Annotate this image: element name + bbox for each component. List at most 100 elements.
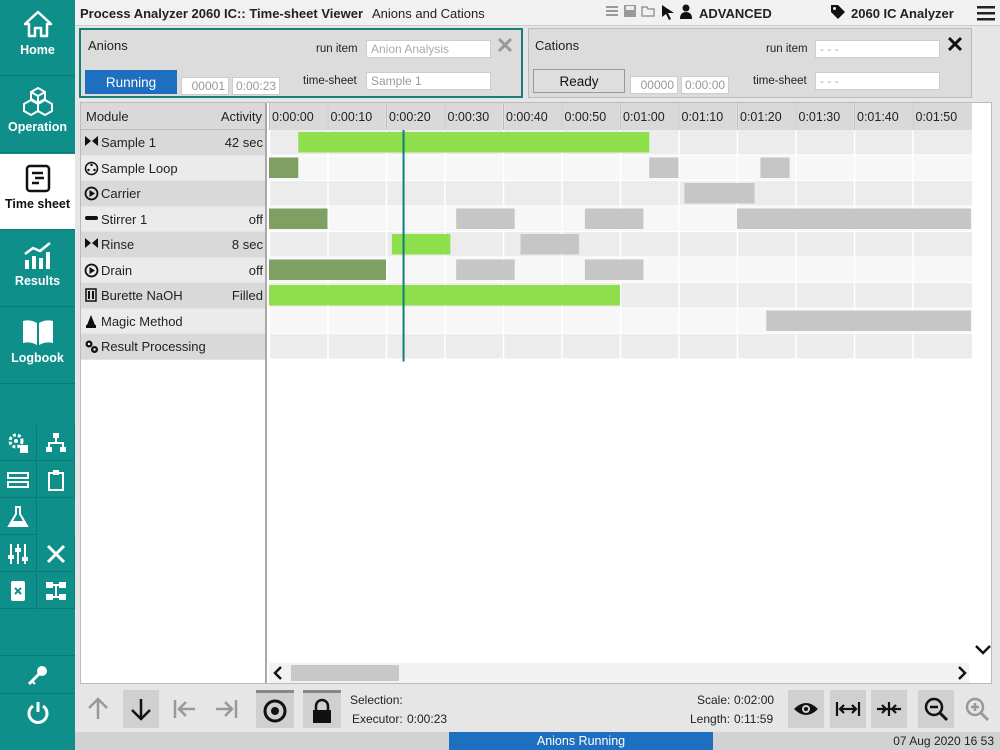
- chart-icon: [23, 242, 51, 269]
- module-row[interactable]: Magic Method: [81, 308, 265, 334]
- sliders-icon: [8, 543, 28, 564]
- module-name: Burette NaOH: [101, 288, 183, 303]
- module-row[interactable]: Stirrer 1 off: [81, 206, 265, 232]
- flask-tool[interactable]: [0, 499, 37, 535]
- instrument-label: 2060 IC Analyzer: [851, 6, 954, 21]
- cations-channel-panel[interactable]: Cations run item - - - time-sheet - - - …: [528, 28, 972, 98]
- module-row[interactable]: Rinse 8 sec: [81, 232, 265, 258]
- clipboard-icon: [48, 469, 64, 491]
- scrollbar-thumb[interactable]: [291, 665, 399, 681]
- run-item-field[interactable]: Anion Analysis: [366, 40, 491, 58]
- move-up-button[interactable]: [80, 690, 116, 728]
- move-down-button[interactable]: [123, 690, 159, 728]
- time-tick-label: 0:00:20: [389, 110, 431, 124]
- module-name: Sample Loop: [101, 160, 178, 176]
- run-item-field[interactable]: - - -: [815, 40, 940, 58]
- flask-icon: [7, 505, 29, 527]
- sliders-tool[interactable]: [0, 536, 37, 572]
- tag-icon: [831, 5, 845, 19]
- gear-settings-icon: [8, 433, 28, 453]
- module-name: Result Processing: [101, 339, 206, 354]
- sample-counter: 00001: [181, 77, 229, 95]
- folder-open-icon[interactable]: [641, 4, 657, 18]
- lock-button[interactable]: [303, 690, 341, 728]
- sidebar-item-label: Results: [14, 274, 61, 288]
- channel-name: Anions: [88, 38, 128, 53]
- wizard-icon: [84, 314, 98, 332]
- activity-bar: [456, 208, 515, 229]
- compress-width-button[interactable]: [871, 690, 907, 728]
- go-start-button[interactable]: [166, 690, 202, 728]
- home-icon: [23, 10, 52, 38]
- time-tick-label: 0:00:30: [448, 110, 490, 124]
- key-button[interactable]: [0, 655, 75, 693]
- module-activity: off: [248, 262, 263, 278]
- settings-tool[interactable]: [0, 425, 37, 461]
- close-icon[interactable]: [946, 35, 964, 53]
- module-row[interactable]: Burette NaOH Filled: [81, 283, 265, 309]
- modules-tool[interactable]: [38, 573, 75, 609]
- channel-status-button[interactable]: Ready: [533, 69, 625, 93]
- network-icon: [46, 432, 66, 452]
- module-activity: off: [248, 211, 263, 227]
- activity-bar: [456, 259, 515, 280]
- power-button[interactable]: [0, 693, 75, 731]
- scale-value: 0:02:00: [734, 693, 775, 707]
- app-title: Process Analyzer 2060 IC:: Time-sheet Vi…: [80, 6, 364, 21]
- module-row[interactable]: Drain off: [81, 257, 265, 283]
- sidebar: Home Operation Time sheet Results Logboo…: [0, 0, 75, 750]
- sidebar-item-logbook[interactable]: Logbook: [0, 308, 75, 384]
- module-row[interactable]: Sample 1 42 sec: [81, 130, 265, 156]
- activity-header: Activity: [220, 109, 262, 124]
- clipboard-tool[interactable]: [38, 462, 75, 498]
- expand-width-button[interactable]: [830, 690, 866, 728]
- activity-bar: [391, 234, 451, 255]
- sidebar-item-home[interactable]: Home: [0, 0, 75, 76]
- close-icon[interactable]: [496, 36, 514, 54]
- executor-value: 0:00:23: [407, 712, 448, 726]
- record-button[interactable]: [256, 690, 294, 728]
- module-row[interactable]: Carrier: [81, 181, 265, 207]
- view-button[interactable]: [788, 690, 824, 728]
- timesheet-field[interactable]: - - -: [815, 72, 940, 90]
- save-icon[interactable]: [623, 4, 637, 18]
- module-row[interactable]: Sample Loop: [81, 155, 265, 181]
- scroll-down-icon[interactable]: [974, 643, 992, 657]
- zoom-in-button[interactable]: [959, 690, 995, 728]
- run-time: 0:00:23: [232, 77, 280, 95]
- timeline-chart[interactable]: 0:00:00 0:00:10 0:00:20 0:00:30 0:00:40 0:00:…: [269, 103, 992, 683]
- sidebar-item-operation[interactable]: Operation: [0, 77, 75, 153]
- user-mode-label: ADVANCED: [699, 6, 772, 21]
- zoom-out-button[interactable]: [918, 690, 954, 728]
- top-bar: Process Analyzer 2060 IC:: Time-sheet Vi…: [75, 0, 1000, 26]
- run-time: 0:00:00: [681, 76, 729, 94]
- timesheet-label: time-sheet: [753, 75, 807, 87]
- wrench-tool[interactable]: [38, 536, 75, 572]
- expand-horizontal-icon: [835, 702, 861, 716]
- channel-status-button[interactable]: Running: [85, 70, 177, 94]
- target-icon: [263, 699, 287, 722]
- sidebar-item-time-sheet[interactable]: Time sheet: [0, 154, 75, 230]
- timesheet-field[interactable]: Sample 1: [366, 72, 491, 90]
- scale-label: Scale:: [697, 693, 731, 707]
- time-tick-label: 0:00:00: [272, 110, 314, 124]
- activity-bar: [760, 157, 790, 178]
- device-tool[interactable]: [0, 573, 37, 609]
- module-name: Magic Method: [101, 313, 183, 329]
- menu-button[interactable]: [973, 2, 999, 24]
- sidebar-item-results[interactable]: Results: [0, 231, 75, 307]
- zoom-out-icon: [924, 697, 949, 722]
- network-tool[interactable]: [38, 425, 75, 461]
- length-value: 0:11:59: [734, 712, 774, 726]
- module-activity: 42 sec: [224, 135, 263, 150]
- anions-channel-panel[interactable]: Anions run item Anion Analysis time-shee…: [79, 28, 523, 98]
- horizontal-scrollbar[interactable]: [269, 663, 969, 683]
- module-row[interactable]: Result Processing: [81, 334, 265, 360]
- activity-bar: [269, 259, 386, 280]
- selection-label: Selection:: [350, 693, 403, 707]
- activity-bar: [269, 208, 328, 229]
- go-end-button[interactable]: [209, 690, 245, 728]
- valve-icon: [84, 135, 99, 150]
- list-icon[interactable]: [605, 4, 619, 18]
- transfer-tool[interactable]: [0, 462, 37, 498]
